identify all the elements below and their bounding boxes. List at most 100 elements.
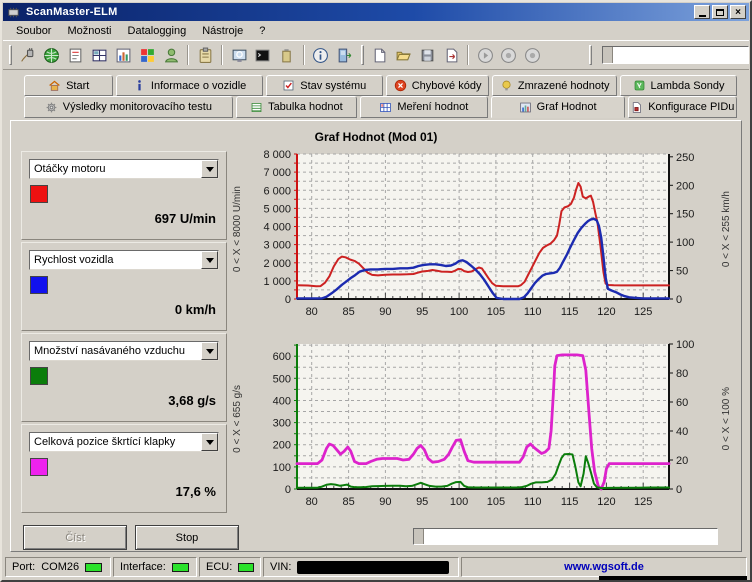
plug-icon[interactable]: [16, 44, 40, 66]
tab-label: Meření hodnot: [397, 101, 468, 113]
document-icon[interactable]: [64, 44, 88, 66]
tab-zmrazene-hodnoty[interactable]: Zmrazené hodnoty: [492, 75, 617, 96]
param-value: 3,68 g/s: [168, 393, 216, 408]
svg-text:150: 150: [676, 209, 694, 221]
chart-icon[interactable]: [112, 44, 136, 66]
tab-vysledky-monitorovaciho-testu[interactable]: Výsledky monitorovacího testu: [24, 96, 233, 118]
play-icon[interactable]: [473, 44, 497, 66]
svg-text:120: 120: [597, 496, 615, 508]
minimize-button[interactable]: [694, 5, 710, 19]
svg-text:85: 85: [342, 496, 354, 508]
grid-icon[interactable]: [88, 44, 112, 66]
param-select-throttle[interactable]: Celková pozice škrtící klapky: [29, 432, 219, 452]
param-value: 17,6 %: [176, 484, 216, 499]
tab-informace-o-vozidle[interactable]: Informace o vozidle: [116, 75, 262, 96]
maximize-button[interactable]: [712, 5, 728, 19]
svg-text:80: 80: [676, 368, 688, 380]
tab-label: Chybové kódy: [412, 80, 482, 92]
tab-konfigurace-pidu[interactable]: Konfigurace PIDu: [628, 96, 737, 118]
ecu-label: ECU:: [206, 561, 232, 573]
chart-column: 0 < X < 8000 U/min 01 0002 0003 0004 000…: [229, 149, 741, 523]
port-value: COM26: [41, 561, 79, 573]
battery-icon[interactable]: [275, 44, 299, 66]
chevron-down-icon[interactable]: [201, 251, 218, 269]
toolbar-progress-input[interactable]: [602, 46, 749, 64]
svg-text:3 000: 3 000: [263, 240, 291, 252]
svg-text:6 000: 6 000: [263, 185, 291, 197]
svg-text:100: 100: [450, 306, 468, 318]
read-button[interactable]: Číst: [23, 525, 127, 550]
airflow-throttle-chart-svg: 0100200300400500600020406080100808590951…: [245, 339, 715, 523]
svg-text:300: 300: [273, 418, 291, 430]
interface-label: Interface:: [120, 561, 166, 573]
tab-label: Lambda Sondy: [651, 80, 725, 92]
search-monitor-icon[interactable]: [227, 44, 251, 66]
toolbar-grip: [589, 45, 592, 65]
param-select-airflow[interactable]: Množství nasávaného vzduchu: [29, 341, 219, 361]
info-pillar-icon: [133, 79, 146, 92]
open-folder-icon[interactable]: [391, 44, 415, 66]
main-panel: Graf Hodnot (Mod 01) Otáčky motoru 697 U…: [10, 120, 742, 552]
info-icon[interactable]: [309, 44, 333, 66]
param-select-rpm[interactable]: Otáčky motoru: [29, 159, 219, 179]
record-icon[interactable]: [521, 44, 545, 66]
series-color-swatch: [30, 185, 48, 203]
menu-item-moznosti[interactable]: Možnosti: [59, 23, 119, 39]
tab-mereni-hodnot[interactable]: Meření hodnot: [360, 96, 488, 118]
tab-tabulka-hodnot[interactable]: Tabulka hodnot: [236, 96, 357, 118]
progress-handle[interactable]: [414, 529, 424, 544]
chevron-down-icon[interactable]: [201, 342, 218, 360]
tab-start[interactable]: Start: [24, 75, 113, 96]
toolbar-grip: [9, 45, 12, 65]
toolbar: [3, 40, 749, 70]
svg-text:85: 85: [342, 306, 354, 318]
right-axis-label: 0 < X < 100 %: [715, 339, 737, 499]
svg-text:50: 50: [676, 266, 688, 278]
close-button[interactable]: ×: [730, 5, 746, 19]
vin-label: VIN:: [270, 561, 291, 573]
stop-button[interactable]: Stop: [135, 525, 239, 550]
titlebar[interactable]: ScanMaster-ELM ×: [3, 3, 749, 21]
svg-text:0: 0: [285, 484, 291, 496]
tab-lambda-sondy[interactable]: Lambda Sondy: [620, 75, 737, 96]
tab-label: Informace o vozidle: [151, 80, 246, 92]
toolbar-separator: [303, 45, 305, 65]
rpm-speed-chart-svg: 01 0002 0003 0004 0005 0006 0007 0008 00…: [245, 149, 715, 333]
svg-text:40: 40: [676, 426, 688, 438]
param-panel-rpm: Otáčky motoru 697 U/min: [21, 151, 227, 240]
menu-item-datalogging[interactable]: Datalogging: [120, 23, 195, 39]
globe-icon[interactable]: [40, 44, 64, 66]
menu-item-nastroje[interactable]: Nástroje: [194, 23, 251, 39]
clipboard-icon[interactable]: [193, 44, 217, 66]
svg-text:0: 0: [676, 484, 682, 496]
page-title: Graf Hodnot (Mod 01): [11, 130, 741, 144]
menu-item-help[interactable]: ?: [251, 23, 273, 39]
tab-graf-hodnot[interactable]: Graf Hodnot: [491, 96, 625, 118]
grid-blue-icon: [379, 101, 392, 114]
terminal-icon[interactable]: [251, 44, 275, 66]
svg-text:125: 125: [634, 496, 652, 508]
exit-door-icon[interactable]: [333, 44, 357, 66]
tab-stav-systemu[interactable]: Stav systému: [266, 75, 383, 96]
svg-text:110: 110: [524, 496, 542, 508]
param-select-speed[interactable]: Rychlost vozidla: [29, 250, 219, 270]
tab-chybove-kody[interactable]: Chybové kódy: [386, 75, 490, 96]
chevron-down-icon[interactable]: [201, 433, 218, 451]
interface-status-led: [172, 563, 189, 572]
port-label: Port:: [12, 561, 35, 573]
status-bar: Port: COM26 Interface: ECU: VIN: www.wgs…: [3, 556, 749, 578]
window-colors-icon[interactable]: [135, 44, 159, 66]
menu-item-soubor[interactable]: Soubor: [8, 23, 59, 39]
svg-text:100: 100: [450, 496, 468, 508]
status-ecu-cell: ECU:: [199, 557, 261, 577]
chevron-down-icon[interactable]: [201, 160, 218, 178]
toolbar-separator: [221, 45, 223, 65]
website-link[interactable]: www.wgsoft.de: [461, 557, 747, 577]
tab-row-1: Start Informace o vozidle Stav systému Chyb…: [12, 74, 740, 96]
record-icon[interactable]: [497, 44, 521, 66]
export-icon[interactable]: [439, 44, 463, 66]
save-icon[interactable]: [415, 44, 439, 66]
new-file-icon[interactable]: [368, 44, 392, 66]
param-panel-airflow: Množství nasávaného vzduchu 3,68 g/s: [21, 333, 227, 422]
user-icon[interactable]: [159, 44, 183, 66]
